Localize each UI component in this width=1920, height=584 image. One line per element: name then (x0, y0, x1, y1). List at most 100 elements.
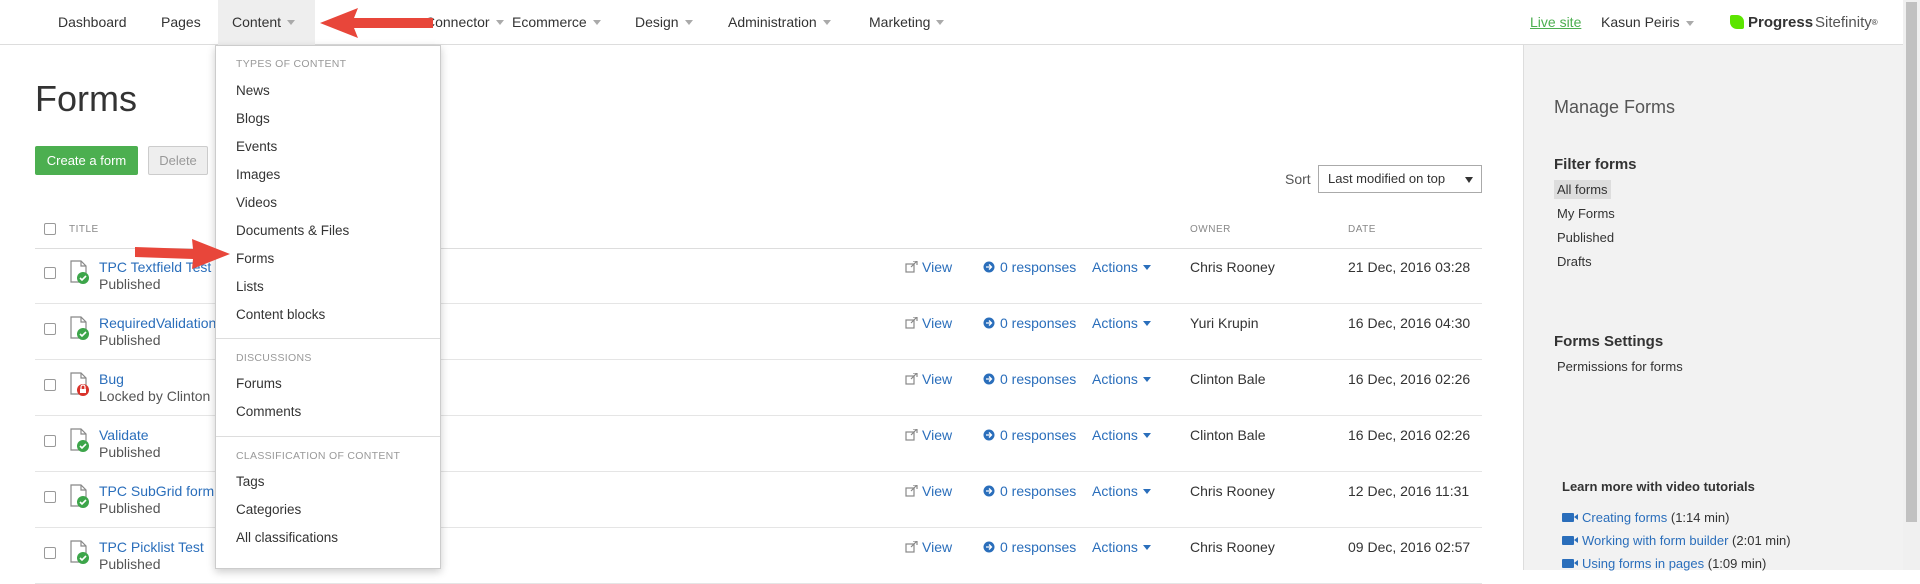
red-arrow-annotation (320, 8, 433, 38)
responses-label: 0 responses (1000, 539, 1077, 555)
vertical-scrollbar[interactable] (1903, 0, 1920, 570)
nav-administration[interactable]: Administration (714, 0, 845, 45)
form-title-link[interactable]: Bug (99, 371, 124, 387)
arrow-right-circle-icon (983, 317, 995, 329)
menu-item-events[interactable]: Events (236, 139, 277, 154)
filter-drafts[interactable]: Drafts (1554, 252, 1595, 271)
row-checkbox[interactable] (44, 547, 56, 559)
actions-menu[interactable]: Actions (1092, 259, 1151, 275)
tutorial-link[interactable]: Working with form builder (2:01 min) (1562, 533, 1791, 548)
menu-item-content-blocks[interactable]: Content blocks (236, 307, 325, 322)
form-status: Published (99, 444, 161, 460)
form-date: 16 Dec, 2016 02:26 (1348, 371, 1471, 387)
view-link[interactable]: View (905, 259, 952, 275)
responses-label: 0 responses (1000, 259, 1077, 275)
row-checkbox[interactable] (44, 435, 56, 447)
menu-item-categories[interactable]: Categories (236, 502, 301, 517)
actions-label: Actions (1092, 539, 1138, 555)
view-link[interactable]: View (905, 427, 952, 443)
view-label: View (922, 371, 953, 387)
menu-item-images[interactable]: Images (236, 167, 280, 182)
video-camera-icon (1562, 536, 1578, 545)
actions-label: Actions (1092, 483, 1138, 499)
menu-item-all-classifications[interactable]: All classifications (236, 530, 338, 545)
form-status: Published (99, 500, 161, 516)
filter-my-forms[interactable]: My Forms (1554, 204, 1618, 223)
permissions-link[interactable]: Permissions for forms (1554, 357, 1686, 376)
arrow-right-circle-icon (983, 261, 995, 273)
nav-marketing[interactable]: Marketing (855, 0, 958, 45)
filter-all-forms[interactable]: All forms (1554, 180, 1611, 199)
arrow-right-circle-icon (983, 429, 995, 441)
responses-link[interactable]: 0 responses (983, 539, 1076, 555)
actions-menu[interactable]: Actions (1092, 539, 1151, 555)
form-title-link[interactable]: Validate (99, 427, 149, 443)
form-title-link[interactable]: TPC Picklist Test (99, 539, 204, 555)
menu-item-videos[interactable]: Videos (236, 195, 277, 210)
actions-menu[interactable]: Actions (1092, 483, 1151, 499)
row-checkbox[interactable] (44, 267, 56, 279)
scrollbar-thumb[interactable] (1906, 2, 1917, 522)
sitefinity-logo: Progress Sitefinity ® (1730, 12, 1878, 32)
sort-select[interactable]: Last modified on top (1318, 165, 1482, 193)
row-checkbox[interactable] (44, 379, 56, 391)
view-link[interactable]: View (905, 315, 952, 331)
progress-logo-icon (1730, 15, 1744, 29)
menu-item-forms[interactable]: Forms (236, 251, 274, 266)
nav-dashboard[interactable]: Dashboard (44, 0, 141, 45)
menu-item-lists[interactable]: Lists (236, 279, 264, 294)
external-link-icon (905, 372, 918, 385)
nav-design[interactable]: Design (621, 0, 707, 45)
menu-item-tags[interactable]: Tags (236, 474, 265, 489)
nav-pages[interactable]: Pages (147, 0, 215, 45)
locked-form-icon (70, 372, 89, 396)
form-owner: Chris Rooney (1190, 483, 1275, 499)
create-form-button[interactable]: Create a form (35, 146, 138, 175)
nav-content-label: Content (232, 14, 282, 30)
form-title-link[interactable]: TPC SubGrid form T (99, 483, 226, 499)
menu-item-documents[interactable]: Documents & Files (236, 223, 349, 238)
row-checkbox[interactable] (44, 323, 56, 335)
menu-item-forums[interactable]: Forums (236, 376, 282, 391)
menu-item-blogs[interactable]: Blogs (236, 111, 270, 126)
form-title-link[interactable]: RequiredValidation (99, 315, 216, 331)
delete-button[interactable]: Delete (148, 146, 208, 175)
chevron-down-icon (1685, 20, 1694, 26)
row-checkbox[interactable] (44, 491, 56, 503)
tutorial-link[interactable]: Creating forms (1:14 min) (1562, 510, 1729, 525)
view-link[interactable]: View (905, 539, 952, 555)
responses-link[interactable]: 0 responses (983, 315, 1076, 331)
column-header-date[interactable]: DATE (1348, 224, 1376, 235)
actions-menu[interactable]: Actions (1092, 371, 1151, 387)
form-status: Published (99, 332, 161, 348)
view-label: View (922, 427, 953, 443)
tutorial-link[interactable]: Using forms in pages (1:09 min) (1562, 556, 1766, 571)
form-date: 21 Dec, 2016 03:28 (1348, 259, 1471, 275)
published-form-icon (70, 260, 89, 284)
nav-content[interactable]: Content (218, 0, 315, 45)
nav-design-label: Design (635, 14, 679, 30)
responses-link[interactable]: 0 responses (983, 259, 1076, 275)
menu-item-news[interactable]: News (236, 83, 270, 98)
select-all-checkbox[interactable] (44, 223, 56, 235)
filter-published[interactable]: Published (1554, 228, 1617, 247)
tutorial-duration: (2:01 min) (1732, 533, 1791, 548)
actions-menu[interactable]: Actions (1092, 427, 1151, 443)
actions-menu[interactable]: Actions (1092, 315, 1151, 331)
nav-ecommerce[interactable]: Ecommerce (498, 0, 615, 45)
column-header-owner[interactable]: OWNER (1190, 224, 1231, 235)
responses-link[interactable]: 0 responses (983, 371, 1076, 387)
user-menu[interactable]: Kasun Peiris (1601, 0, 1694, 45)
column-header-title[interactable]: TITLE (69, 224, 99, 235)
responses-link[interactable]: 0 responses (983, 483, 1076, 499)
view-link[interactable]: View (905, 371, 952, 387)
responses-link[interactable]: 0 responses (983, 427, 1076, 443)
published-form-icon (70, 484, 89, 508)
form-date: 12 Dec, 2016 11:31 (1348, 483, 1470, 499)
live-site-link[interactable]: Live site (1530, 0, 1581, 45)
dd-section-types: TYPES OF CONTENT (236, 58, 347, 70)
view-link[interactable]: View (905, 483, 952, 499)
view-label: View (922, 539, 953, 555)
external-link-icon (905, 428, 918, 441)
menu-item-comments[interactable]: Comments (236, 404, 301, 419)
